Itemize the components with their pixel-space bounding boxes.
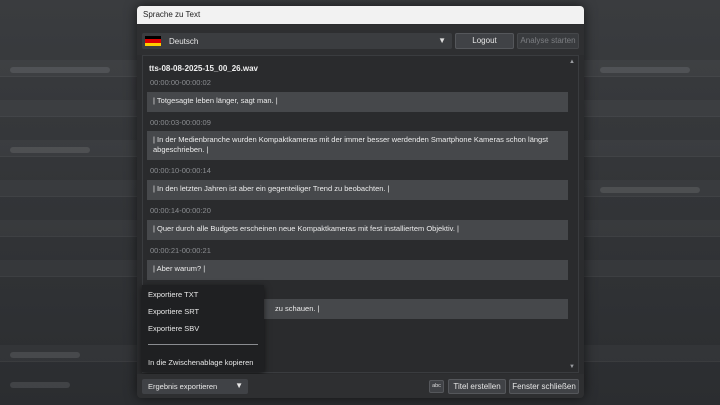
export-dropdown[interactable]: Ergebnis exportieren ▼ [142,379,248,394]
segment-text[interactable]: | In den letzten Jahren ist aber ein geg… [147,180,568,200]
dialog-titlebar[interactable]: Sprache zu Text [137,6,584,24]
logout-button[interactable]: Logout [455,33,514,49]
close-window-button[interactable]: Fenster schließen [509,379,579,394]
bottom-bar: Ergebnis exportieren ▼ abc Titel erstell… [137,374,584,398]
language-select[interactable]: Deutsch ▼ [142,33,452,49]
segment-timestamp: 00:00:21-00:00:21 [150,246,211,255]
segment-text-partial: zu schauen. | [275,304,320,313]
segment-timestamp: 00:00:10-00:00:14 [150,166,211,175]
background-blur [600,67,690,73]
segment-text[interactable]: | Totgesagte leben länger, sagt man. | [147,92,568,112]
spellcheck-icon[interactable]: abc [429,380,444,393]
audio-filename: tts-08-08-2025-15_00_26.wav [149,64,258,73]
segment-timestamp: 00:00:14-00:00:20 [150,206,211,215]
background-blur [10,382,70,388]
scroll-up-icon[interactable]: ▲ [569,59,575,65]
background-blur [10,352,80,358]
flag-stripe-gold [145,42,161,46]
language-label: Deutsch [169,37,199,46]
chevron-down-icon: ▼ [438,36,446,45]
dialog-title: Sprache zu Text [143,10,201,19]
menu-divider [148,344,258,345]
segment-text[interactable]: | In der Medienbranche wurden Kompaktkam… [147,131,568,160]
background-blur [10,147,90,153]
menu-item-copy-clipboard[interactable]: In die Zwischenablage kopieren [148,358,253,367]
segment-timestamp: 00:00:03-00:00:09 [150,118,211,127]
background-blur [600,187,700,193]
chevron-down-icon: ▼ [235,381,243,390]
export-menu: Exportiere TXT Exportiere SRT Exportiere… [142,285,264,372]
scroll-down-icon[interactable]: ▼ [569,364,575,370]
german-flag-icon [145,36,161,46]
speech-to-text-dialog: Sprache zu Text Deutsch ▼ Logout Analyse… [137,6,584,398]
segment-timestamp: 00:00:00-00:00:02 [150,78,211,87]
menu-item-export-txt[interactable]: Exportiere TXT [148,290,198,299]
analyze-button[interactable]: Analyse starten [517,33,579,49]
segment-text[interactable]: | Quer durch alle Budgets erscheinen neu… [147,220,568,240]
export-dropdown-label: Ergebnis exportieren [148,382,218,391]
segment-text[interactable]: | Aber warum? | [147,260,568,280]
background-blur [10,67,110,73]
toolbar: Deutsch ▼ Logout Analyse starten [137,25,584,55]
menu-item-export-sbv[interactable]: Exportiere SBV [148,324,199,333]
menu-item-export-srt[interactable]: Exportiere SRT [148,307,199,316]
create-title-button[interactable]: Titel erstellen [448,379,506,394]
